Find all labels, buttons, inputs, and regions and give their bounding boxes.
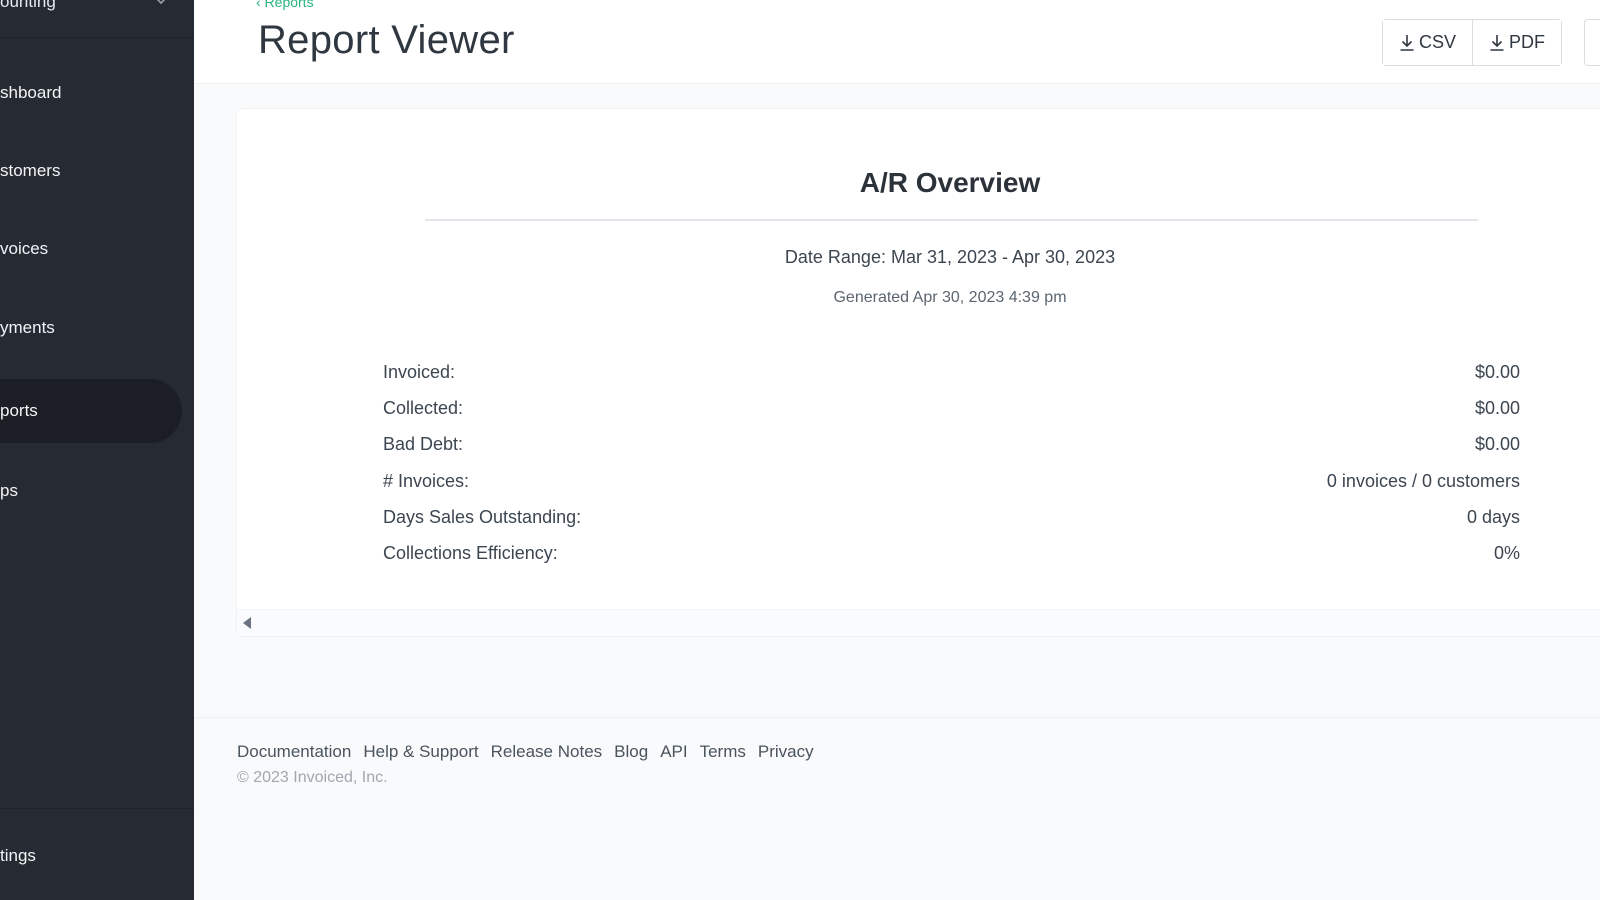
- export-button-group: CSV PDF: [1382, 19, 1563, 66]
- metric-row-bad-debt: Bad Debt: $0.00: [383, 429, 1520, 459]
- metric-value: $0.00: [1474, 433, 1520, 454]
- footer-link-documentation[interactable]: Documentation: [237, 742, 351, 762]
- copyright: © 2023 Invoiced, Inc.: [237, 769, 388, 786]
- metric-row-invoices-count: # Invoices: 0 invoices / 0 customers: [383, 466, 1520, 496]
- metric-value: 0 invoices / 0 customers: [1326, 470, 1520, 491]
- report-divider: [425, 219, 1478, 221]
- metric-label: Bad Debt:: [383, 433, 464, 454]
- sidebar-item-label: yments: [0, 318, 55, 337]
- footer-link-api[interactable]: API: [660, 742, 687, 762]
- metric-label: # Invoices:: [383, 470, 470, 491]
- csv-label: CSV: [1419, 32, 1457, 52]
- metric-value: $0.00: [1474, 397, 1520, 418]
- breadcrumb[interactable]: ‹ Reports: [256, 0, 314, 10]
- sidebar-item-label: ps: [0, 481, 18, 500]
- metric-value: 0%: [1493, 542, 1520, 563]
- download-icon: [1400, 34, 1414, 51]
- footer-divider: [194, 717, 1600, 718]
- sidebar-item-label: stomers: [0, 161, 61, 180]
- chevron-down-icon: [156, 0, 166, 5]
- sidebar-item-invoices[interactable]: voices: [0, 217, 182, 281]
- sidebar-item-customers[interactable]: stomers: [0, 139, 182, 203]
- download-icon: [1490, 34, 1504, 51]
- report-title: A/R Overview: [859, 167, 1041, 198]
- metric-row-collected: Collected: $0.00: [383, 393, 1520, 423]
- sidebar: ounting shboard stomers voices yments po…: [0, 0, 194, 900]
- org-switcher[interactable]: ounting: [0, 0, 194, 38]
- footer-link-terms[interactable]: Terms: [700, 742, 746, 762]
- pdf-label: PDF: [1509, 32, 1546, 52]
- metric-label: Days Sales Outstanding:: [383, 506, 582, 527]
- metric-value: 0 days: [1466, 506, 1520, 527]
- sidebar-item-settings[interactable]: tings: [0, 824, 182, 888]
- sidebar-item-payments[interactable]: yments: [0, 296, 182, 360]
- horizontal-scrollbar[interactable]: [237, 609, 1600, 636]
- metric-label: Collected:: [383, 397, 464, 418]
- footer-link-blog[interactable]: Blog: [614, 742, 648, 762]
- footer-link-release-notes[interactable]: Release Notes: [491, 742, 603, 762]
- page-header: ‹ Reports Report Viewer CSV PDF: [194, 0, 1600, 84]
- sidebar-item-label: shboard: [0, 83, 62, 102]
- pdf-download-button[interactable]: PDF: [1472, 20, 1562, 65]
- sidebar-item-label: voices: [0, 239, 49, 258]
- footer-link-help-support[interactable]: Help & Support: [363, 742, 478, 762]
- metric-row-days-sales-outstanding: Days Sales Outstanding: 0 days: [383, 502, 1520, 532]
- sidebar-item-label: tings: [0, 846, 36, 865]
- org-name: ounting: [0, 0, 56, 11]
- csv-download-button[interactable]: CSV: [1383, 20, 1473, 65]
- metric-row-collections-efficiency: Collections Efficiency: 0%: [383, 538, 1520, 568]
- sidebar-item-apps[interactable]: ps: [0, 459, 182, 523]
- more-button[interactable]: [1584, 19, 1600, 66]
- sidebar-item-label: ports: [0, 401, 38, 420]
- metric-row-invoiced: Invoiced: $0.00: [383, 357, 1520, 387]
- scroll-left-arrow-icon[interactable]: [243, 617, 251, 629]
- sidebar-divider: [0, 808, 194, 809]
- report-card: A/R Overview Date Range: Mar 31, 2023 - …: [237, 109, 1600, 636]
- sidebar-item-dashboard[interactable]: shboard: [0, 61, 182, 125]
- metric-value: $0.00: [1474, 361, 1520, 382]
- metric-label: Invoiced:: [383, 361, 456, 382]
- page-title: Report Viewer: [258, 18, 515, 62]
- footer-link-privacy[interactable]: Privacy: [758, 742, 814, 762]
- metric-label: Collections Efficiency:: [383, 542, 558, 563]
- footer-links: Documentation Help & Support Release Not…: [237, 742, 814, 762]
- sidebar-item-reports[interactable]: ports: [0, 379, 182, 443]
- report-date-range: Date Range: Mar 31, 2023 - Apr 30, 2023: [784, 247, 1116, 267]
- report-generated-time: Generated Apr 30, 2023 4:39 pm: [833, 289, 1067, 306]
